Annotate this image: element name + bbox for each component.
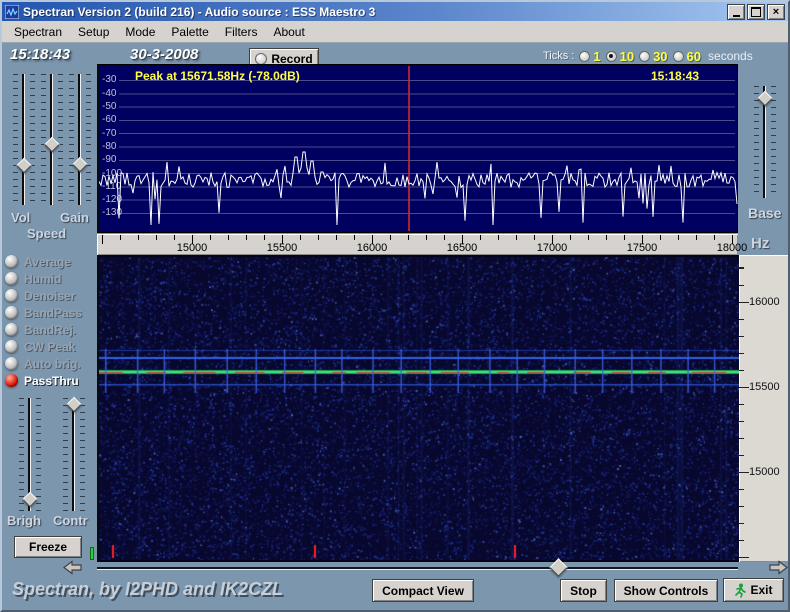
wf-freq-label: 15000 [749,466,780,478]
led-passthru[interactable]: PassThru [5,373,79,388]
stop-button[interactable]: Stop [560,579,607,602]
freq-tick-label: 18000 [716,242,748,254]
gain-label: Gain [60,210,89,225]
menu-about[interactable]: About [265,23,312,41]
freeze-button[interactable]: Freeze [14,536,82,558]
spectrum-clock: 15:18:43 [651,69,700,83]
maximize-icon [751,6,761,17]
speed-label: Speed [27,226,67,241]
title-bar: Spectran Version 2 (build 216) - Audio s… [2,2,788,21]
freq-tick-label: 16000 [356,242,388,254]
led-cw-peak[interactable]: CW Peak [5,339,75,354]
led-average[interactable]: Average [5,254,71,269]
window-title: Spectran Version 2 (build 216) - Audio s… [23,4,376,19]
freq-tick-label: 17500 [626,242,658,254]
spectrum-trace [99,151,738,226]
wf-freq-label: 15500 [749,381,780,393]
ticks-option-30[interactable]: 30 [639,49,668,64]
led-denoiser[interactable]: Denoiser [5,288,75,303]
frequency-ruler: 15000 15500 16000 16500 17000 17500 1800… [97,234,747,255]
led-auto-brig[interactable]: Auto brig. [5,356,81,371]
wf-freq-label: 16000 [749,296,780,308]
radio-icon [672,50,684,62]
radio-icon [579,50,591,62]
compact-view-button[interactable]: Compact View [372,579,474,602]
running-man-icon [735,583,747,598]
freq-tick-label: 16500 [446,242,478,254]
radio-icon [639,50,651,62]
show-controls-button[interactable]: Show Controls [614,579,718,602]
ticks-suffix: seconds [708,49,753,63]
vol-slider[interactable] [12,74,36,205]
radio-icon-selected [605,50,617,62]
menu-setup[interactable]: Setup [70,23,117,41]
led-indicator-icon [5,340,18,353]
scroll-left-arrow[interactable] [62,560,84,575]
led-indicator-icon [5,306,18,319]
contr-label: Contr [53,513,88,528]
menu-filters[interactable]: Filters [217,23,266,41]
led-indicator-icon [5,272,18,285]
credit-text: Spectran, by I2PHD and IK2CZL [12,579,284,599]
menu-palette[interactable]: Palette [163,23,216,41]
time-display: 15:18:43 [10,46,71,63]
close-button[interactable]: × [767,3,785,20]
led-indicator-icon [5,357,18,370]
ticks-selector: Ticks : 1 10 30 60 seconds [543,48,753,64]
ticks-option-10[interactable]: 10 [605,49,634,64]
maximize-button[interactable] [747,3,765,20]
brigh-label: Brigh [7,513,41,528]
brightness-slider[interactable] [18,398,42,511]
app-window: Spectran Version 2 (build 216) - Audio s… [0,0,790,612]
menu-spectran[interactable]: Spectran [6,23,70,41]
ticks-option-1[interactable]: 1 [579,49,601,64]
spectrum-display[interactable]: -30 -40 -50 -60 -70 -80 -90 -100 -110 -1… [97,64,738,233]
app-waveform-icon [5,4,19,19]
base-label: Base [748,205,782,221]
menu-mode[interactable]: Mode [117,23,163,41]
led-indicator-icon [5,255,18,268]
led-bandpass[interactable]: BandPass [5,305,82,320]
contrast-slider[interactable] [62,396,86,511]
ticks-label: Ticks : [543,50,575,62]
peak-readout: Peak at 15671.58Hz (-78.0dB) [135,69,300,83]
close-icon: × [772,5,780,18]
menu-bar: Spectran Setup Mode Palette Filters Abou… [2,21,788,43]
freq-tick-label: 15000 [176,242,208,254]
minimize-button[interactable] [727,3,745,20]
gain-slider[interactable] [68,74,92,205]
exit-button[interactable]: Exit [723,578,784,602]
waterfall-canvas [99,257,739,560]
scroll-right-arrow[interactable] [767,560,789,575]
hz-unit-label: Hz [751,235,770,252]
freq-tick-label: 15500 [266,242,298,254]
ticks-option-60[interactable]: 60 [672,49,701,64]
spectrum-trace-svg [99,66,738,231]
freq-tick-label: 17000 [536,242,568,254]
vol-label: Vol [11,210,31,225]
waterfall-freq-scale: 16000 15500 15000 [739,255,788,562]
level-indicator-bar [90,547,94,560]
led-indicator-icon [5,323,18,336]
speed-slider[interactable] [40,74,64,205]
tune-track[interactable] [97,567,738,570]
base-slider[interactable] [753,86,777,198]
led-indicator-icon [5,289,18,302]
minimize-icon [732,14,740,17]
led-indicator-on-icon [5,374,18,387]
date-display: 30-3-2008 [130,46,199,63]
record-radio-icon [255,52,268,65]
window-controls: × [727,3,785,20]
waterfall-display[interactable] [97,255,739,562]
led-humid[interactable]: Humid [5,271,61,286]
led-bandrej[interactable]: BandRej. [5,322,76,337]
